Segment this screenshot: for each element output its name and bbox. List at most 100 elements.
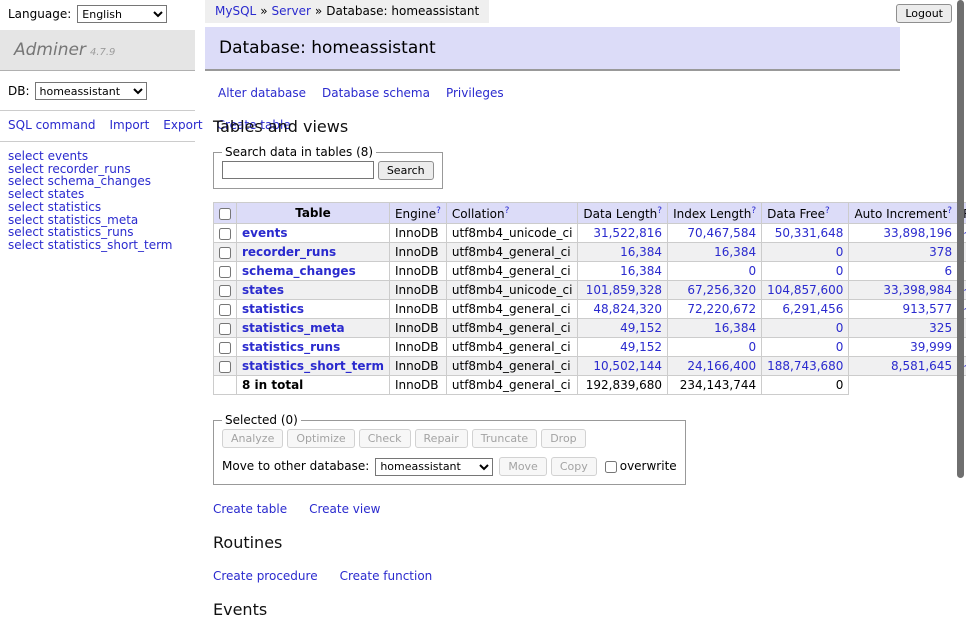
selected-action-button[interactable]: Analyze [222,429,283,448]
cell-data-free: 0 [762,338,849,357]
cell-data-free: 0 [762,243,849,262]
cell-table-name: statistics_runs [237,338,390,357]
cell-data-length-link[interactable]: 101,859,328 [586,283,662,297]
db-action-link[interactable]: Alter database [218,86,306,100]
row-checkbox[interactable] [219,342,231,354]
table-name-link[interactable]: events [242,226,288,240]
sidebar-table-link[interactable]: events [48,149,88,163]
scrollbar-thumb[interactable] [957,0,964,478]
cell-index-length-link[interactable]: 67,256,320 [687,283,756,297]
routine-create-link[interactable]: Create procedure [213,569,318,583]
language-select[interactable]: English [77,5,167,23]
column-header: Table [237,203,390,224]
cell-index-length-link[interactable]: 16,384 [714,245,756,259]
routine-create-link[interactable]: Create function [340,569,433,583]
cell-data-free-link[interactable]: 0 [836,245,844,259]
cell-data-free-link[interactable]: 0 [836,264,844,278]
row-checkbox[interactable] [219,247,231,259]
db-action-link[interactable]: Database schema [322,86,430,100]
cell-auto-increment-link[interactable]: 913,577 [902,302,952,316]
help-link[interactable]: ? [436,206,441,216]
cell-data-length-link[interactable]: 49,152 [620,321,662,335]
cell-index-length-link[interactable]: 24,166,400 [687,359,756,373]
cell-data-length-link[interactable]: 16,384 [620,264,662,278]
breadcrumb-server-link[interactable]: Server [272,4,311,18]
cell-data-free-link[interactable]: 104,857,600 [767,283,843,297]
create-link[interactable]: Create table [213,502,287,516]
selected-action-button[interactable]: Truncate [472,429,537,448]
overwrite-checkbox[interactable] [605,461,617,473]
selected-action-button[interactable]: Repair [415,429,468,448]
column-header: Collation? [446,203,578,224]
cell-data-free-link[interactable]: 0 [836,321,844,335]
row-checkbox[interactable] [219,304,231,316]
table-name-link[interactable]: statistics_runs [242,340,340,354]
cell-data-length-link[interactable]: 10,502,144 [593,359,662,373]
copy-button[interactable]: Copy [551,457,597,476]
row-checkbox[interactable] [219,323,231,335]
sidebar-table-link[interactable]: statistics_short_term [48,238,173,252]
cell-auto-increment-link[interactable]: 39,999 [910,340,952,354]
help-link[interactable]: ? [751,206,756,216]
help-link[interactable]: ? [825,206,830,216]
table-name-link[interactable]: statistics_meta [242,321,345,335]
cell-auto-increment-link[interactable]: 33,398,984 [883,283,952,297]
cell-index-length-link[interactable]: 70,467,584 [687,226,756,240]
breadcrumb-server-type-link[interactable]: MySQL [215,4,256,18]
cell-data-free-link[interactable]: 188,743,680 [767,359,843,373]
sidebar-action-link[interactable]: SQL command [8,118,95,132]
cell-data-free: 0 [762,262,849,281]
cell-data-length-link[interactable]: 49,152 [620,340,662,354]
row-checkbox[interactable] [219,361,231,373]
selected-action-button[interactable]: Check [359,429,411,448]
sidebar-action-link[interactable]: Export [163,118,202,132]
move-button[interactable]: Move [499,457,547,476]
cell-auto-increment-link[interactable]: 6 [944,264,952,278]
selected-legend: Selected (0) [222,413,301,427]
cell-index-length-link[interactable]: 0 [748,340,756,354]
cell-collation: utf8mb4_general_ci [446,319,578,338]
breadcrumb-separator: » [315,4,322,18]
table-name-link[interactable]: schema_changes [242,264,356,278]
row-checkbox[interactable] [219,266,231,278]
cell-index-length-link[interactable]: 16,384 [714,321,756,335]
cell-auto-increment-link[interactable]: 33,898,196 [883,226,952,240]
sidebar-table-link[interactable]: statistics [48,200,102,214]
cell-index-length: 16,384 [668,243,762,262]
cell-auto-increment-link[interactable]: 325 [929,321,952,335]
table-name-link[interactable]: states [242,283,284,297]
table-name-link[interactable]: statistics [242,302,304,316]
db-select[interactable]: homeassistant [35,82,147,100]
cell-data-length-link[interactable]: 31,522,816 [593,226,662,240]
table-name-link[interactable]: recorder_runs [242,245,336,259]
help-link[interactable]: ? [657,206,662,216]
select-all-checkbox[interactable] [219,208,231,220]
cell-data-free-link[interactable]: 0 [836,340,844,354]
cell-data-length-link[interactable]: 48,824,320 [593,302,662,316]
cell-index-length-link[interactable]: 72,220,672 [687,302,756,316]
selected-action-button[interactable]: Drop [541,429,585,448]
cell-data-length-link[interactable]: 16,384 [620,245,662,259]
sidebar: Adminer4.7.9 DB:homeassistant SQL comman… [0,30,195,260]
app-name[interactable]: Adminer [14,40,86,60]
db-action-link[interactable]: Privileges [446,86,504,100]
sidebar-action-link[interactable]: Import [109,118,149,132]
cell-index-length-link[interactable]: 0 [748,264,756,278]
search-input[interactable] [222,161,374,179]
search-button[interactable]: Search [378,161,434,180]
cell-data-free-link[interactable]: 6,291,456 [782,302,843,316]
table-name-link[interactable]: statistics_short_term [242,359,384,373]
move-db-select[interactable]: homeassistant [375,458,493,476]
create-link[interactable]: Create view [309,502,380,516]
help-link[interactable]: ? [947,206,952,216]
row-checkbox[interactable] [219,228,231,240]
cell-data-free-link[interactable]: 50,331,648 [775,226,844,240]
selected-action-button[interactable]: Optimize [287,429,354,448]
cell-auto-increment-link[interactable]: 8,581,645 [891,359,952,373]
cell-auto-increment-link[interactable]: 378 [929,245,952,259]
row-checkbox[interactable] [219,285,231,297]
cell-table-name: schema_changes [237,262,390,281]
help-link[interactable]: ? [505,206,510,216]
sidebar-table-link[interactable]: states [48,187,85,201]
sidebar-select-link[interactable]: select [8,238,44,252]
